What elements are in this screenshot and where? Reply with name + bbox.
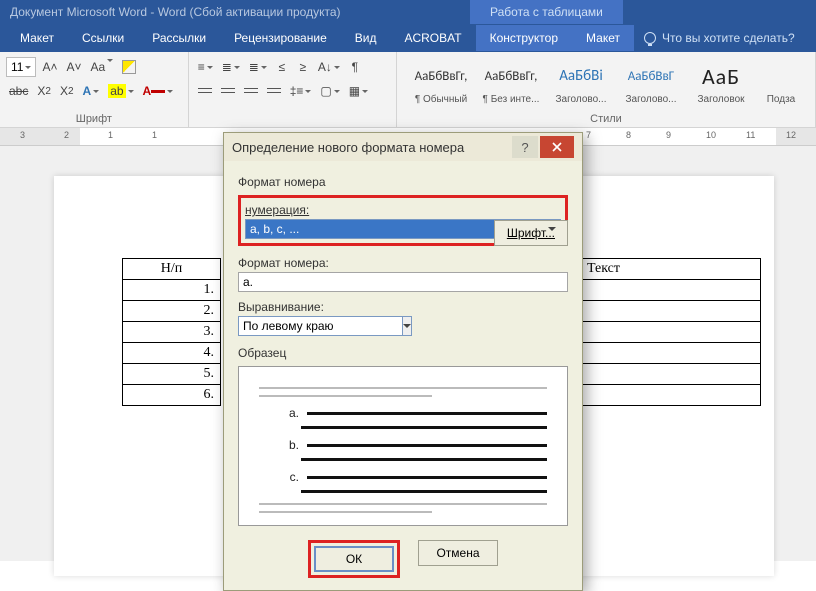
align-input[interactable] [238, 316, 403, 336]
font-color-button[interactable]: A [140, 81, 177, 101]
cancel-button[interactable]: Отмена [418, 540, 498, 566]
bullets-button[interactable]: ≡ [195, 57, 216, 77]
align-center-button[interactable] [218, 81, 238, 101]
sort-button[interactable]: A↓ [315, 57, 343, 77]
group-styles: АаБбВвГг, ¶ Обычный АаБбВвГг, ¶ Без инте… [397, 52, 816, 127]
tab-view[interactable]: Вид [341, 25, 391, 51]
tab-review[interactable]: Рецензирование [220, 25, 341, 51]
define-number-format-dialog: Определение нового формата номера ? Форм… [223, 132, 583, 591]
increase-indent-button[interactable]: ≥ [294, 57, 312, 77]
numbering-label: нумерация: [245, 203, 561, 217]
lightbulb-icon [644, 32, 656, 44]
justify-button[interactable] [264, 81, 284, 101]
highlight-button[interactable]: ab [105, 81, 136, 101]
tell-me-placeholder: Что вы хотите сделать? [662, 31, 795, 45]
sample-preview: a. b. c. [238, 366, 568, 526]
text-effects-button[interactable]: A [80, 81, 103, 101]
dialog-title: Определение нового формата номера [232, 140, 464, 155]
align-left-button[interactable] [195, 81, 215, 101]
tab-designer[interactable]: Конструктор [476, 25, 572, 51]
decrease-indent-button[interactable]: ≤ [273, 57, 291, 77]
header-cell-c[interactable]: Текст [581, 259, 761, 280]
style-heading1[interactable]: АаБбВі Заголово... [551, 62, 611, 105]
style-nospacing[interactable]: АаБбВвГг, ¶ Без инте... [481, 62, 541, 105]
highlight-ok: ОК [308, 540, 400, 578]
contextual-tab-title: Работа с таблицами [470, 0, 623, 24]
format-label: Формат номера: [238, 256, 568, 270]
align-combo[interactable] [238, 316, 378, 336]
group-font: 11 A˄ A˅ Aa abc X2 X2 A ab A Шрифт [0, 52, 189, 127]
tab-links[interactable]: Ссылки [68, 25, 138, 51]
tell-me-search[interactable]: Что вы хотите сделать? [644, 31, 795, 45]
change-case-button[interactable]: Aa [88, 57, 117, 77]
multilevel-button[interactable]: ≣ [246, 57, 270, 77]
dialog-help-button[interactable]: ? [512, 136, 538, 158]
superscript-button[interactable]: X2 [57, 81, 77, 101]
ribbon-tabs: Макет Ссылки Рассылки Рецензирование Вид… [0, 24, 816, 52]
tab-acrobat[interactable]: ACROBAT [390, 25, 475, 51]
font-size-combo[interactable]: 11 [6, 57, 36, 77]
align-label: Выравнивание: [238, 300, 568, 314]
ok-button[interactable]: ОК [314, 546, 394, 572]
style-subtitle[interactable]: Подза [761, 62, 801, 105]
show-marks-button[interactable]: ¶ [346, 57, 364, 77]
style-normal[interactable]: АаБбВвГг, ¶ Обычный [411, 62, 471, 105]
numbering-button[interactable]: ≣ [219, 57, 243, 77]
section-format: Формат номера [238, 175, 568, 189]
grow-font-button[interactable]: A˄ [39, 57, 60, 77]
style-title[interactable]: АаБ Заголовок [691, 62, 751, 105]
shrink-font-button[interactable]: A˅ [63, 57, 84, 77]
clear-format-button[interactable] [119, 57, 139, 77]
line-spacing-button[interactable]: ‡≡ [287, 81, 315, 101]
tab-maket2[interactable]: Макет [572, 25, 634, 51]
app-title-bar: Документ Microsoft Word - Word (Сбой акт… [0, 0, 816, 24]
align-right-button[interactable] [241, 81, 261, 101]
font-button[interactable]: Шрифт... [494, 220, 568, 246]
style-heading2[interactable]: АаБбВвГ Заголово... [621, 62, 681, 105]
group-styles-label: Стили [403, 111, 809, 125]
borders-button[interactable]: ▦ [346, 81, 371, 101]
header-cell-a[interactable]: Н/п [123, 259, 221, 280]
format-input[interactable] [238, 272, 568, 292]
dialog-close-button[interactable] [540, 136, 574, 158]
app-title: Документ Microsoft Word - Word (Сбой акт… [10, 5, 341, 19]
subscript-button[interactable]: X2 [34, 81, 54, 101]
group-paragraph-label [195, 111, 390, 125]
chevron-down-icon[interactable] [403, 316, 412, 336]
tab-mailings[interactable]: Рассылки [138, 25, 220, 51]
strikethrough-button[interactable]: abc [6, 81, 31, 101]
dialog-titlebar[interactable]: Определение нового формата номера ? [224, 133, 582, 161]
tab-maket[interactable]: Макет [6, 25, 68, 51]
sample-label: Образец [238, 346, 568, 360]
group-paragraph: ≡ ≣ ≣ ≤ ≥ A↓ ¶ ‡≡ ▢ ▦ [189, 52, 397, 127]
close-icon [552, 142, 562, 152]
group-font-label: Шрифт [6, 111, 182, 125]
shading-button[interactable]: ▢ [317, 81, 342, 101]
ribbon: 11 A˄ A˅ Aa abc X2 X2 A ab A Шрифт ≡ ≣ ≣ [0, 52, 816, 128]
